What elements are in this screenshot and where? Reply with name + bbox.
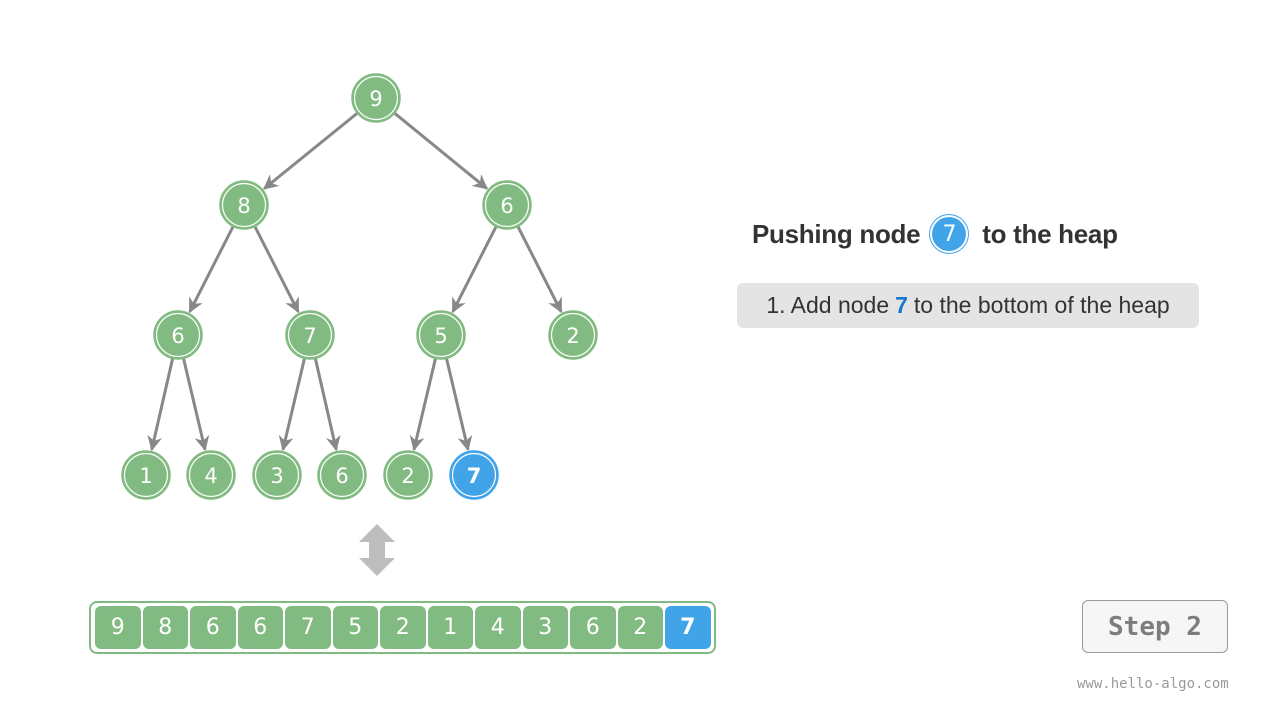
node-value: 5 <box>434 324 447 348</box>
title-prefix: Pushing node <box>752 218 921 249</box>
array-cell: 1 <box>427 606 473 649</box>
tree-node-new: 7 <box>449 450 499 500</box>
array-cell: 3 <box>522 606 568 649</box>
array-cell: 7 <box>285 606 331 649</box>
tree-edge <box>182 358 210 452</box>
array-cell: 9 <box>95 606 141 649</box>
node-value: 7 <box>303 324 316 348</box>
node-value: 9 <box>369 87 382 111</box>
double-arrow-up-down-icon <box>359 524 395 576</box>
tree-edge <box>313 358 341 452</box>
tree-node: 6 <box>317 450 367 500</box>
watermark: www.hello-algo.com <box>1077 676 1229 692</box>
node-value: 2 <box>401 464 414 488</box>
tree-node: 7 <box>285 310 335 360</box>
step-desc-prefix: 1. Add node <box>766 292 890 318</box>
node-value: 2 <box>566 324 579 348</box>
tree-edge <box>409 358 437 452</box>
array-cell: 6 <box>190 606 236 649</box>
step-desc-value: 7 <box>895 292 908 318</box>
title-suffix: to the heap <box>982 218 1118 249</box>
array-cell: 2 <box>617 606 663 649</box>
tree-node: 4 <box>186 450 236 500</box>
tree-edge <box>253 225 300 314</box>
tree-node: 3 <box>252 450 302 500</box>
step-button[interactable]: Step 2 <box>1082 600 1228 653</box>
array-cell: 2 <box>380 606 426 649</box>
tree-node: 2 <box>383 450 433 500</box>
tree-node: 5 <box>416 310 466 360</box>
tree-edge <box>147 358 175 452</box>
node-value: 6 <box>171 324 184 348</box>
node-value: 8 <box>237 194 250 218</box>
array-cell: 6 <box>570 606 616 649</box>
node-value: 7 <box>467 464 482 488</box>
heap-array: 9866752143627 <box>89 601 716 654</box>
node-value: 6 <box>335 464 348 488</box>
tree-edge <box>188 225 235 314</box>
tree-edge <box>445 358 473 452</box>
array-cell: 4 <box>475 606 521 649</box>
tree-node: 2 <box>548 310 598 360</box>
node-value: 4 <box>204 464 217 488</box>
tree-edge <box>516 225 563 314</box>
step-desc-suffix: to the bottom of the heap <box>913 292 1170 318</box>
tree-node: 1 <box>121 450 171 500</box>
array-cell: 8 <box>142 606 188 649</box>
array-cell-new: 7 <box>665 606 711 649</box>
tree-edge <box>393 112 489 190</box>
page-title: Pushing node 7 to the heap <box>752 214 1118 254</box>
node-badge: 7 <box>930 215 969 253</box>
tree-node: 9 <box>351 73 401 123</box>
tree-edge <box>263 111 359 190</box>
tree-node: 8 <box>219 180 269 230</box>
step-description: 1. Add node 7 to the bottom of the heap <box>737 283 1199 328</box>
array-cell: 6 <box>237 606 283 649</box>
node-value: 3 <box>270 464 283 488</box>
node-value: 6 <box>500 194 513 218</box>
tree-edge <box>278 358 306 452</box>
tree-node: 6 <box>482 180 532 230</box>
tree-edge <box>451 225 498 314</box>
array-cell: 5 <box>332 606 378 649</box>
node-value: 1 <box>139 464 152 488</box>
tree-node: 6 <box>153 310 203 360</box>
